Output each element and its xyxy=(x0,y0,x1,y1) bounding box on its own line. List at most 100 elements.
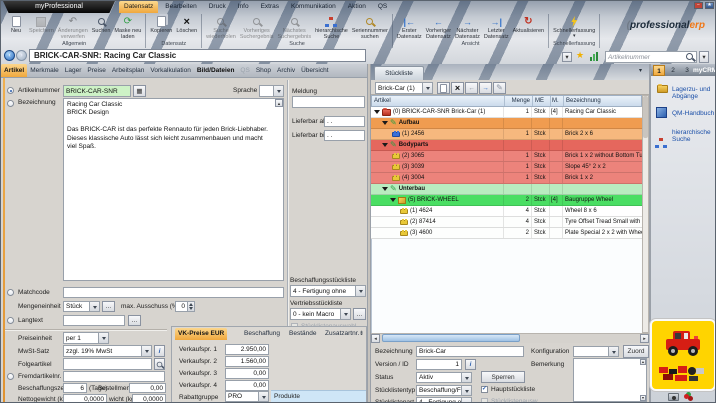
ribbon-tab-kommunikation[interactable]: Kommunikation xyxy=(286,1,341,13)
tab-vk-preise[interactable]: VK-Preise EUR xyxy=(175,328,227,340)
table-row[interactable]: ✎Bodyparts xyxy=(371,140,642,151)
column-header-m[interactable]: M. xyxy=(551,96,564,106)
column-header-me[interactable]: ME xyxy=(533,96,551,106)
verkaufspr4-input[interactable]: 0,00 xyxy=(225,380,269,391)
bom-variant-select[interactable]: Brick-Car (1) xyxy=(375,82,433,94)
bom-stuecklistenauswahl-checkbox[interactable] xyxy=(481,398,488,403)
sidebar-tab-1[interactable]: 1 xyxy=(653,65,665,76)
serial-search-button[interactable]: Seriennummer suchen xyxy=(350,14,390,40)
bom-new-button[interactable] xyxy=(437,82,450,94)
ribbon-tab-qs[interactable]: QS xyxy=(373,1,392,13)
tab-beschaffung[interactable]: Beschaffung xyxy=(244,330,280,337)
verkaufspr2-input[interactable]: 1.560,00 xyxy=(225,356,269,367)
hierarchical-search-button[interactable]: hierarchische Suche xyxy=(313,14,350,40)
verkaufspr3-input[interactable]: 0,00 xyxy=(225,368,269,379)
bezeichnung-textarea[interactable]: Racing Car Classic BRICK Design Das BRIC… xyxy=(63,98,284,281)
tab-archiv[interactable]: Archiv xyxy=(274,64,298,77)
mengeneinheit-more-button[interactable]: ... xyxy=(102,301,115,312)
back-button[interactable]: ‹ xyxy=(4,50,15,61)
sidebar-tab-2[interactable]: 2 xyxy=(667,65,679,76)
langtext-radio[interactable] xyxy=(7,317,14,324)
tab-bestaende[interactable]: Bestände xyxy=(289,330,316,337)
new-button[interactable]: Neu xyxy=(5,14,27,40)
matchcode-input[interactable] xyxy=(63,287,284,298)
favorites-star-icon[interactable]: ★ xyxy=(576,51,584,60)
bezeichnung-radio[interactable] xyxy=(7,100,14,107)
table-row[interactable]: (4) 3004 1StckBrick 1 x 2 xyxy=(371,173,642,184)
artikelnummer-grid-button[interactable]: ▦ xyxy=(133,85,146,97)
delete-button[interactable]: ×Löschen xyxy=(174,14,199,40)
table-row[interactable]: (2) 3065 1StckBrick 1 x 2 without Bottom… xyxy=(371,151,642,162)
beschaffungsstueckliste-select[interactable]: 4 - Fertigung ohne xyxy=(290,285,366,297)
tab-qs[interactable]: QS xyxy=(237,64,252,77)
sidebar-item-hierarchische-suche[interactable]: hierarchische Suche xyxy=(672,129,716,144)
tab-shop[interactable]: Shop xyxy=(253,64,274,77)
vertriebsstueckliste-select[interactable]: 0 - kein Macro xyxy=(290,308,351,320)
table-row[interactable]: (1) 4624 4StckWheel 8 x 6 xyxy=(371,206,642,217)
ribbon-tab-bearbeiten[interactable]: Bearbeiten xyxy=(160,1,201,13)
tab-lager[interactable]: Lager xyxy=(62,64,85,77)
berries-icon[interactable] xyxy=(684,394,689,399)
rabattgruppe-select[interactable]: PRO xyxy=(225,391,269,402)
lieferbar-bis-input[interactable]: . . xyxy=(324,130,365,141)
repeat-search-button[interactable]: Suche wiederholen xyxy=(204,14,238,40)
bom-move-left-button[interactable]: ← xyxy=(465,82,478,94)
article-image[interactable] xyxy=(652,321,714,389)
zuordnen-button[interactable]: Zuord xyxy=(623,345,649,358)
bom-version-info-button[interactable]: i xyxy=(465,359,476,370)
table-row[interactable]: ✎Aufbau xyxy=(371,118,642,129)
vertriebsstueckliste-more-button[interactable]: ... xyxy=(353,308,366,320)
favorite-window-button[interactable]: ★ xyxy=(705,2,714,9)
scroll-up-icon[interactable]: ▲ xyxy=(640,359,646,365)
prev-result-button[interactable]: Vorheriges Suchergebnis xyxy=(238,14,276,40)
article-search-input[interactable]: Artikelnummer xyxy=(605,51,697,63)
bom-delete-button[interactable]: × xyxy=(451,82,464,94)
scroll-down-icon[interactable]: ▼ xyxy=(640,395,646,401)
bom-move-right-button[interactable]: → xyxy=(479,82,492,94)
folgeartikel-search-button[interactable] xyxy=(154,358,165,370)
bom-art-select[interactable]: 4 - Fertigung ohr xyxy=(416,397,472,403)
sidebar-tab-3[interactable]: 3 xyxy=(681,65,693,76)
fremdartikel-radio[interactable] xyxy=(7,373,14,380)
table-row[interactable]: ✎Unterbau xyxy=(371,184,642,195)
tab-preise[interactable]: Preise xyxy=(84,64,108,77)
sprache-select[interactable] xyxy=(259,85,284,97)
folgeartikel-input[interactable] xyxy=(63,358,152,370)
table-row[interactable]: (3) 3039 1StckSlope 45° 2 x 2 xyxy=(371,162,642,173)
reload-mask-button[interactable]: ⟳Maske neu laden xyxy=(112,14,143,40)
tab-vorkalkulation[interactable]: Vorkalkulation xyxy=(147,64,193,77)
column-header-menge[interactable]: Menge xyxy=(505,96,533,106)
statistics-icon[interactable] xyxy=(590,52,598,61)
tab-zusatzartnr[interactable]: Zusatzartnr. xyxy=(325,330,359,337)
save-button[interactable]: Speichern xyxy=(27,14,56,40)
lieferbar-ab-input[interactable]: . . xyxy=(324,116,365,127)
scroll-right-icon[interactable]: ▸ xyxy=(640,334,649,343)
table-row[interactable]: (3) 4600 2StckPlate Special 2 x 2 with W… xyxy=(371,228,642,239)
table-row[interactable]: (1) 2456 1StckBrick 2 x 6 xyxy=(371,129,642,140)
ribbon-tab-extras[interactable]: Extras xyxy=(256,1,284,13)
bom-horizontal-scrollbar-thumb[interactable] xyxy=(382,334,520,342)
tab-bild-dateien[interactable]: Bild/Dateien xyxy=(194,64,238,77)
nettogewicht-input[interactable]: 0,0000 xyxy=(63,394,107,403)
discard-changes-button[interactable]: ↶Änderungen verwerfen xyxy=(56,14,90,40)
bom-vertical-scrollbar-thumb[interactable] xyxy=(643,96,648,138)
tab-merkmale[interactable]: Merkmale xyxy=(27,64,62,77)
beschaffungszeit-input[interactable]: 6 xyxy=(63,383,87,393)
bom-status-select[interactable]: Aktiv xyxy=(416,372,472,383)
search-options-button[interactable]: ▾ xyxy=(699,51,709,63)
verkaufspr1-input[interactable]: 2.950,00 xyxy=(225,344,269,355)
tab-uebersicht[interactable]: Übersicht xyxy=(298,64,331,77)
bom-panel-tab[interactable]: Stückliste xyxy=(374,66,424,80)
pin-icon[interactable]: ▾ xyxy=(639,67,642,74)
matchcode-radio[interactable] xyxy=(7,289,14,296)
ribbon-tab-aktion[interactable]: Aktion xyxy=(343,1,371,13)
scroll-up-icon[interactable]: ▲ xyxy=(275,99,283,107)
artikelnummer-radio[interactable] xyxy=(7,87,14,94)
sidebar-item-lagerzugaenge[interactable]: Lagerzu- und Abgänge xyxy=(672,86,716,101)
search-button[interactable]: Suchen xyxy=(90,14,113,40)
artikelnummer-input[interactable]: BRICK-CAR-SNR xyxy=(63,85,131,97)
collapse-panel-icon[interactable]: ⇟ xyxy=(359,330,364,337)
ausschuss-spinner[interactable] xyxy=(187,302,194,311)
fremdartikel-input[interactable] xyxy=(63,371,165,382)
mwst-select[interactable]: zzgl. 19% MwSt xyxy=(63,345,152,357)
